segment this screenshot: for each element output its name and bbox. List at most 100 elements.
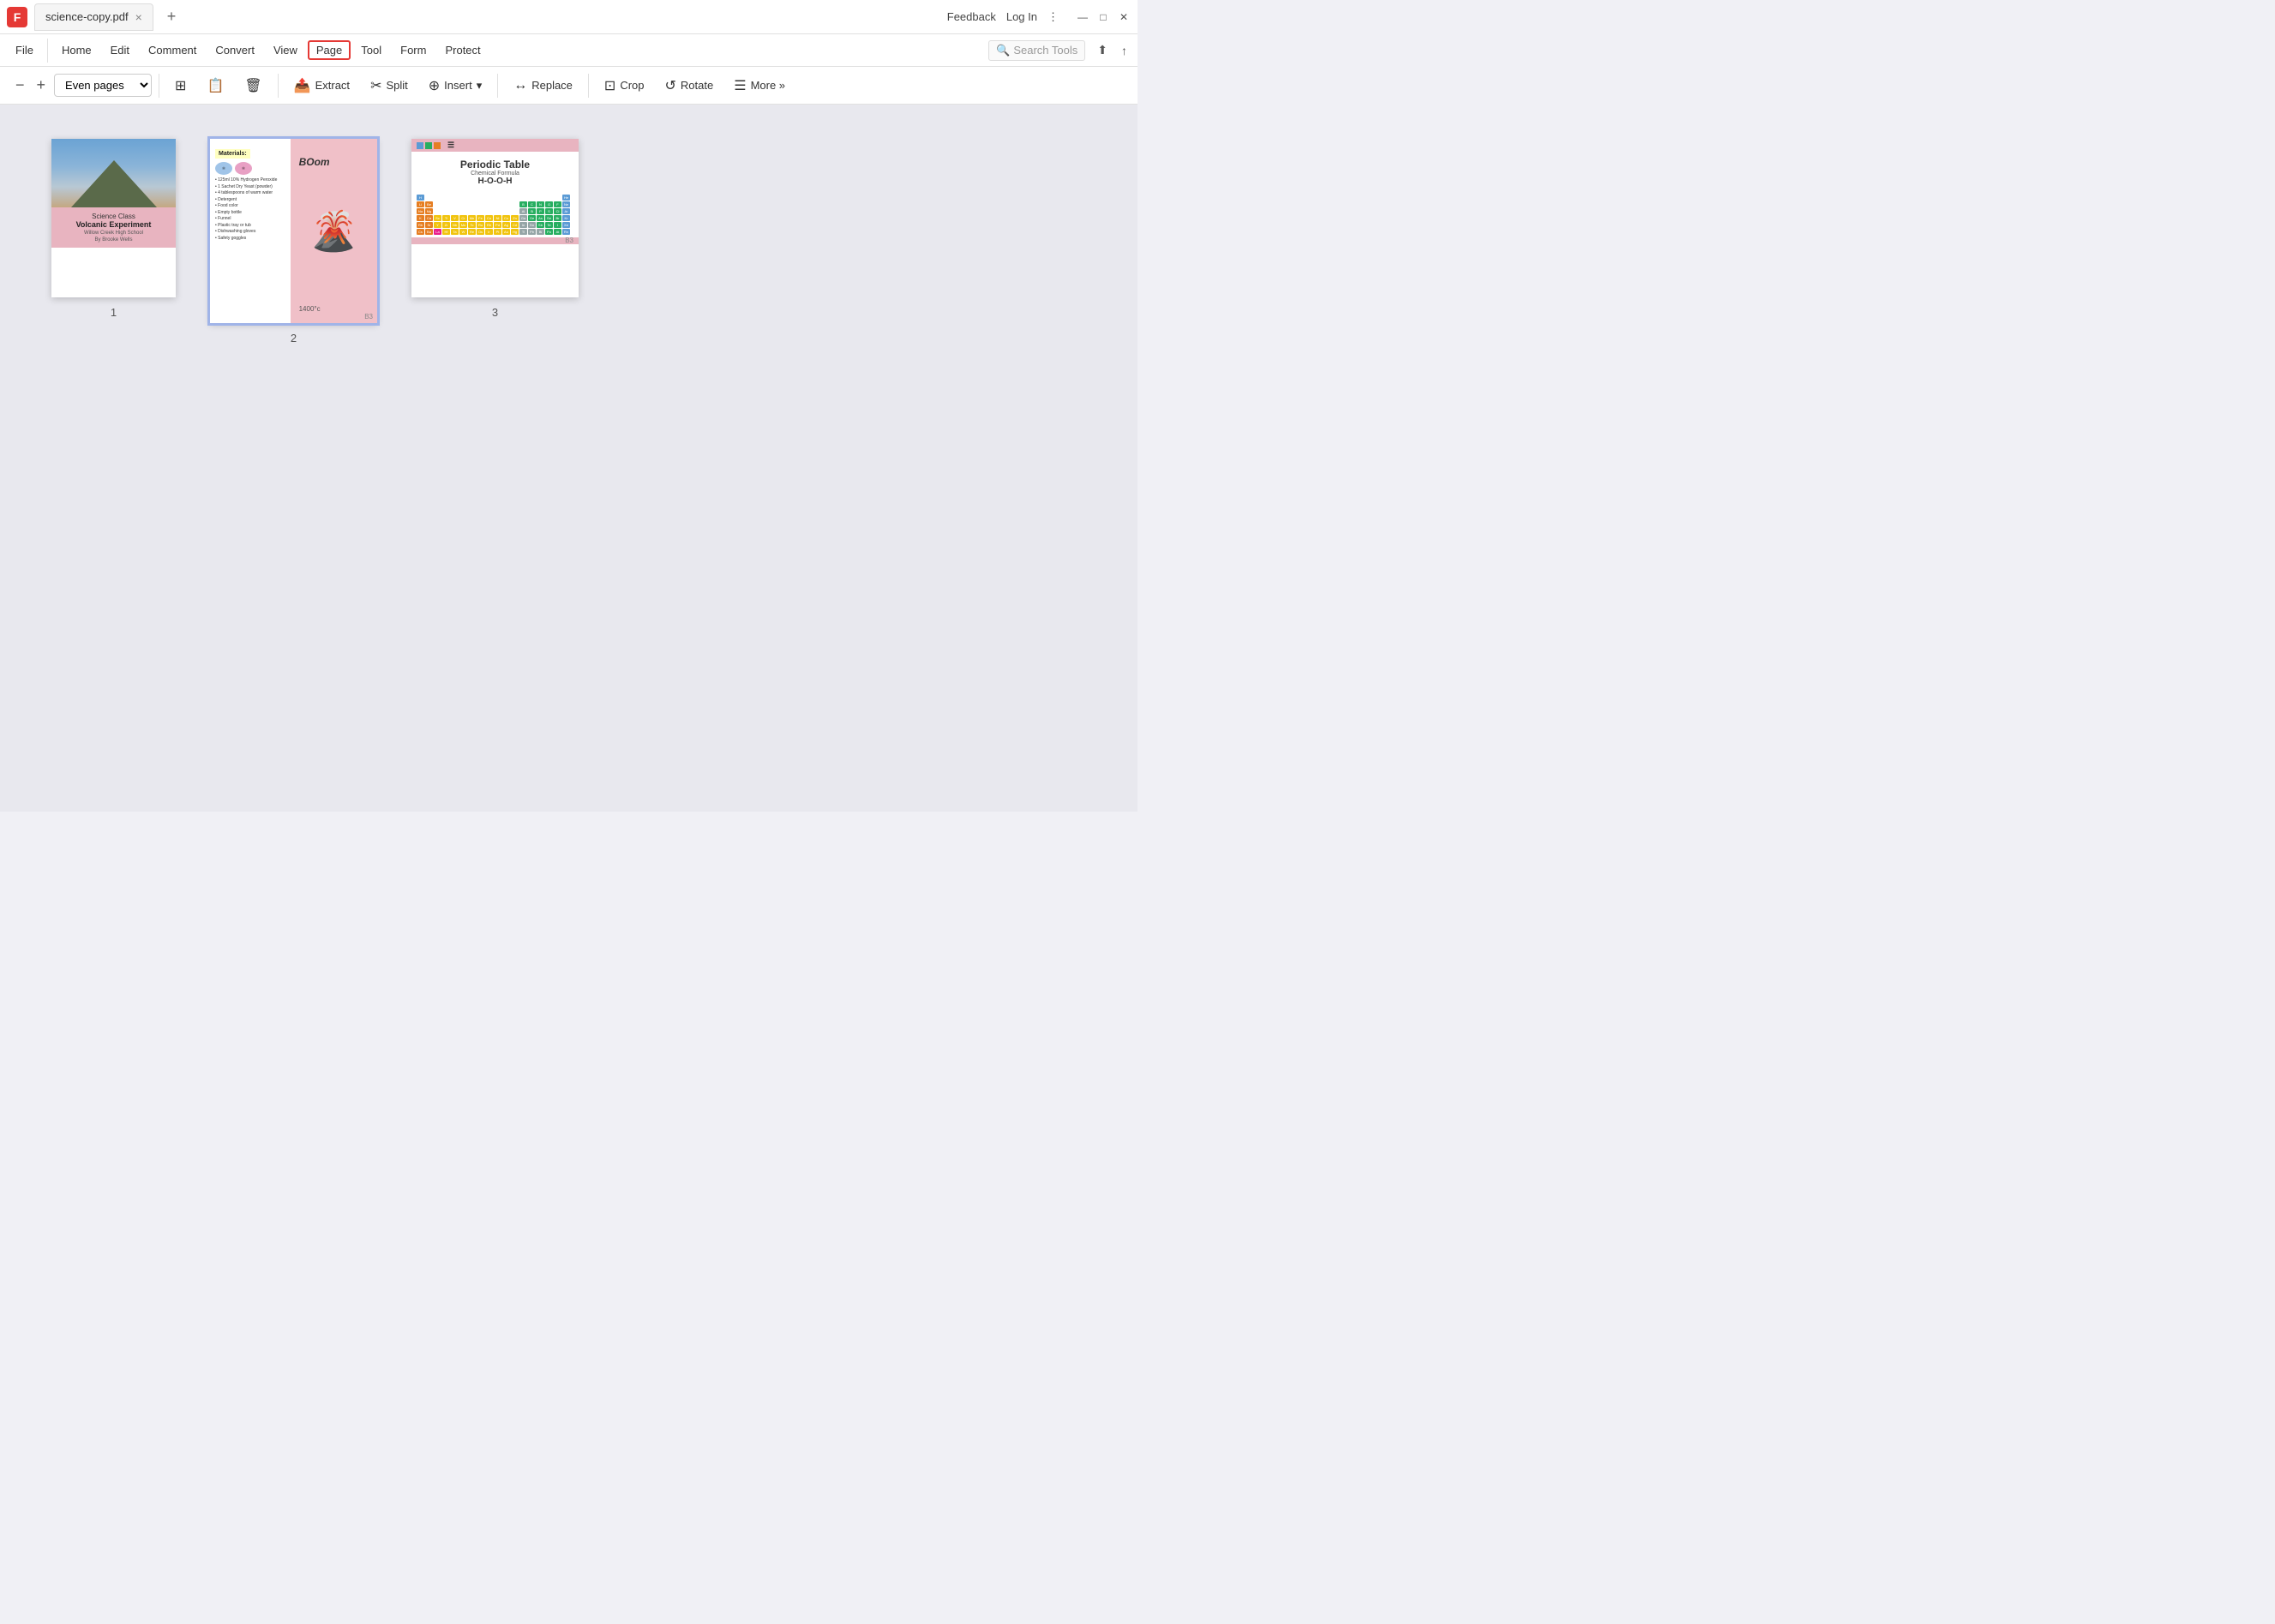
save-icon: 📋: [207, 77, 224, 94]
crop-label: Crop: [620, 79, 644, 92]
boom-text: BOom: [299, 156, 330, 168]
login-link[interactable]: Log In: [1006, 10, 1037, 23]
menu-divider-1: [47, 39, 48, 63]
page1-school: Willow Creek High School: [58, 231, 169, 236]
rotate-button[interactable]: ↺ Rotate: [657, 73, 723, 99]
menu-tool[interactable]: Tool: [352, 40, 390, 60]
split-button[interactable]: ✂ Split: [362, 73, 417, 99]
color-bars: [417, 142, 441, 149]
volcano-shape: [71, 160, 157, 207]
page-3-container: ☰ Periodic Table Chemical Formula H-O-O-…: [411, 139, 579, 319]
materials-header: Materials:: [215, 149, 250, 159]
crop-button[interactable]: ⊡ Crop: [596, 73, 653, 99]
delete-page-button[interactable]: 🗑: [236, 73, 270, 99]
page1-image: [51, 139, 176, 207]
zoom-out-button[interactable]: −: [10, 73, 30, 98]
page-2-container: Materials: ⚛ ⚛ • 125ml 10% Hydrogen Pero…: [210, 139, 377, 345]
copy-icon: ⊞: [175, 77, 186, 94]
page2-right: BOom 🌋 1400°c B3: [291, 139, 377, 323]
add-tab-button[interactable]: +: [160, 8, 183, 26]
menu-protect[interactable]: Protect: [436, 40, 489, 60]
pt-row-4: K Ca Sc Ti V Cr Mn Fe Co Ni Cu Zn Ga Ge …: [417, 215, 573, 221]
split-label: Split: [386, 79, 407, 92]
page-3-thumbnail[interactable]: ☰ Periodic Table Chemical Formula H-O-O-…: [411, 139, 579, 297]
page2-left: Materials: ⚛ ⚛ • 125ml 10% Hydrogen Pero…: [210, 139, 291, 323]
replace-button[interactable]: ↔ Replace: [505, 74, 581, 98]
close-window-button[interactable]: ✕: [1117, 10, 1131, 24]
app-icon: F: [7, 7, 27, 27]
pt-row-3: Na Mg Al Si P S Cl A: [417, 208, 573, 214]
toolbar: − + Even pages All pages Odd pages Curre…: [0, 67, 1138, 105]
menu-page[interactable]: Page: [308, 40, 351, 60]
menu-view[interactable]: View: [265, 40, 306, 60]
title-bar: F science-copy.pdf × + Feedback Log In ⋮…: [0, 0, 1138, 34]
insert-label: Insert: [444, 79, 472, 92]
page-2-thumbnail[interactable]: Materials: ⚛ ⚛ • 125ml 10% Hydrogen Pero…: [210, 139, 377, 323]
more-icon: ☰: [734, 77, 746, 94]
periodic-table-mini: H He: [411, 193, 579, 237]
page3-num: B3: [565, 237, 573, 244]
rotate-icon: ↺: [665, 77, 676, 94]
feedback-link[interactable]: Feedback: [947, 10, 996, 23]
split-icon: ✂: [370, 77, 381, 94]
formula-value: H-O-O-H: [418, 177, 572, 186]
menu-bar: File Home Edit Comment Convert View Page…: [0, 34, 1138, 67]
extract-label: Extract: [315, 79, 350, 92]
page3-bottom-bar: [411, 237, 579, 244]
pt-row-2: Li Be B C N O F Ne: [417, 201, 573, 207]
page1-text: Science Class Volcanic Experiment Willow…: [51, 207, 176, 248]
atom-illustration: ⚛: [215, 162, 232, 175]
maximize-button[interactable]: □: [1096, 10, 1110, 24]
page3-pink-bar: ☰: [411, 139, 579, 152]
more-options-icon[interactable]: ⋮: [1047, 10, 1059, 24]
materials-list: • 125ml 10% Hydrogen Peroxide • 1 Sachet…: [215, 177, 285, 242]
main-content: Science Class Volcanic Experiment Willow…: [0, 105, 1138, 812]
file-tab[interactable]: science-copy.pdf ×: [34, 3, 153, 31]
save-page-button[interactable]: 📋: [198, 73, 232, 99]
replace-icon: ↔: [513, 78, 527, 93]
page-3-label: 3: [492, 306, 498, 319]
periodic-table-title: Periodic Table: [418, 159, 572, 171]
extract-button[interactable]: 📤 Extract: [285, 73, 358, 99]
page1-author: By Brooke Wells: [58, 237, 169, 243]
pt-row-5: Rb Sr Y Zr Nb Mo Tc Ru Rh Pd Ag Cd In Sn…: [417, 222, 573, 228]
orange-bar: [434, 142, 441, 149]
pt-row-6: Cs Ba La Hf Ta W Re Os Ir Pt Au Hg Tl Pb…: [417, 229, 573, 235]
menu-form[interactable]: Form: [392, 40, 435, 60]
upload-icon[interactable]: ↑: [1118, 42, 1131, 59]
rotate-label: Rotate: [681, 79, 713, 92]
minimize-button[interactable]: —: [1076, 10, 1089, 24]
crop-icon: ⊡: [604, 77, 615, 94]
page-range-select[interactable]: Even pages All pages Odd pages Current p…: [54, 74, 152, 97]
page2-inner: Materials: ⚛ ⚛ • 125ml 10% Hydrogen Pero…: [210, 139, 377, 323]
toolbar-divider-4: [588, 74, 589, 98]
page3-title-area: Periodic Table Chemical Formula H-O-O-H: [411, 152, 579, 193]
insert-button[interactable]: ⊕ Insert ▾: [420, 73, 490, 99]
page-1-container: Science Class Volcanic Experiment Willow…: [51, 139, 176, 319]
menu-convert[interactable]: Convert: [207, 40, 263, 60]
close-tab-button[interactable]: ×: [135, 11, 142, 23]
more-button[interactable]: ☰ More »: [725, 73, 794, 99]
temp-label: 1400°c: [299, 305, 321, 313]
tab-filename: science-copy.pdf: [45, 10, 129, 23]
menu-edit[interactable]: Edit: [102, 40, 138, 60]
toolbar-divider-2: [278, 74, 279, 98]
extract-icon: 📤: [294, 77, 311, 94]
green-bar: [425, 142, 432, 149]
blue-bar: [417, 142, 423, 149]
zoom-in-button[interactable]: +: [32, 73, 51, 98]
menu-file[interactable]: File: [7, 40, 42, 60]
menu-home[interactable]: Home: [53, 40, 100, 60]
volcano-emoji: 🌋: [309, 208, 357, 254]
share-icon[interactable]: ⬆: [1094, 41, 1111, 59]
copy-page-button[interactable]: ⊞: [166, 73, 195, 99]
search-icon: 🔍: [996, 44, 1010, 57]
window-controls: — □ ✕: [1076, 10, 1131, 24]
page-1-label: 1: [111, 306, 117, 319]
page-1-thumbnail[interactable]: Science Class Volcanic Experiment Willow…: [51, 139, 176, 297]
menu-comment[interactable]: Comment: [140, 40, 205, 60]
replace-label: Replace: [531, 79, 573, 92]
toolbar-divider-3: [497, 74, 498, 98]
more-label: More »: [751, 79, 785, 92]
search-tools-button[interactable]: 🔍 Search Tools: [988, 40, 1085, 61]
